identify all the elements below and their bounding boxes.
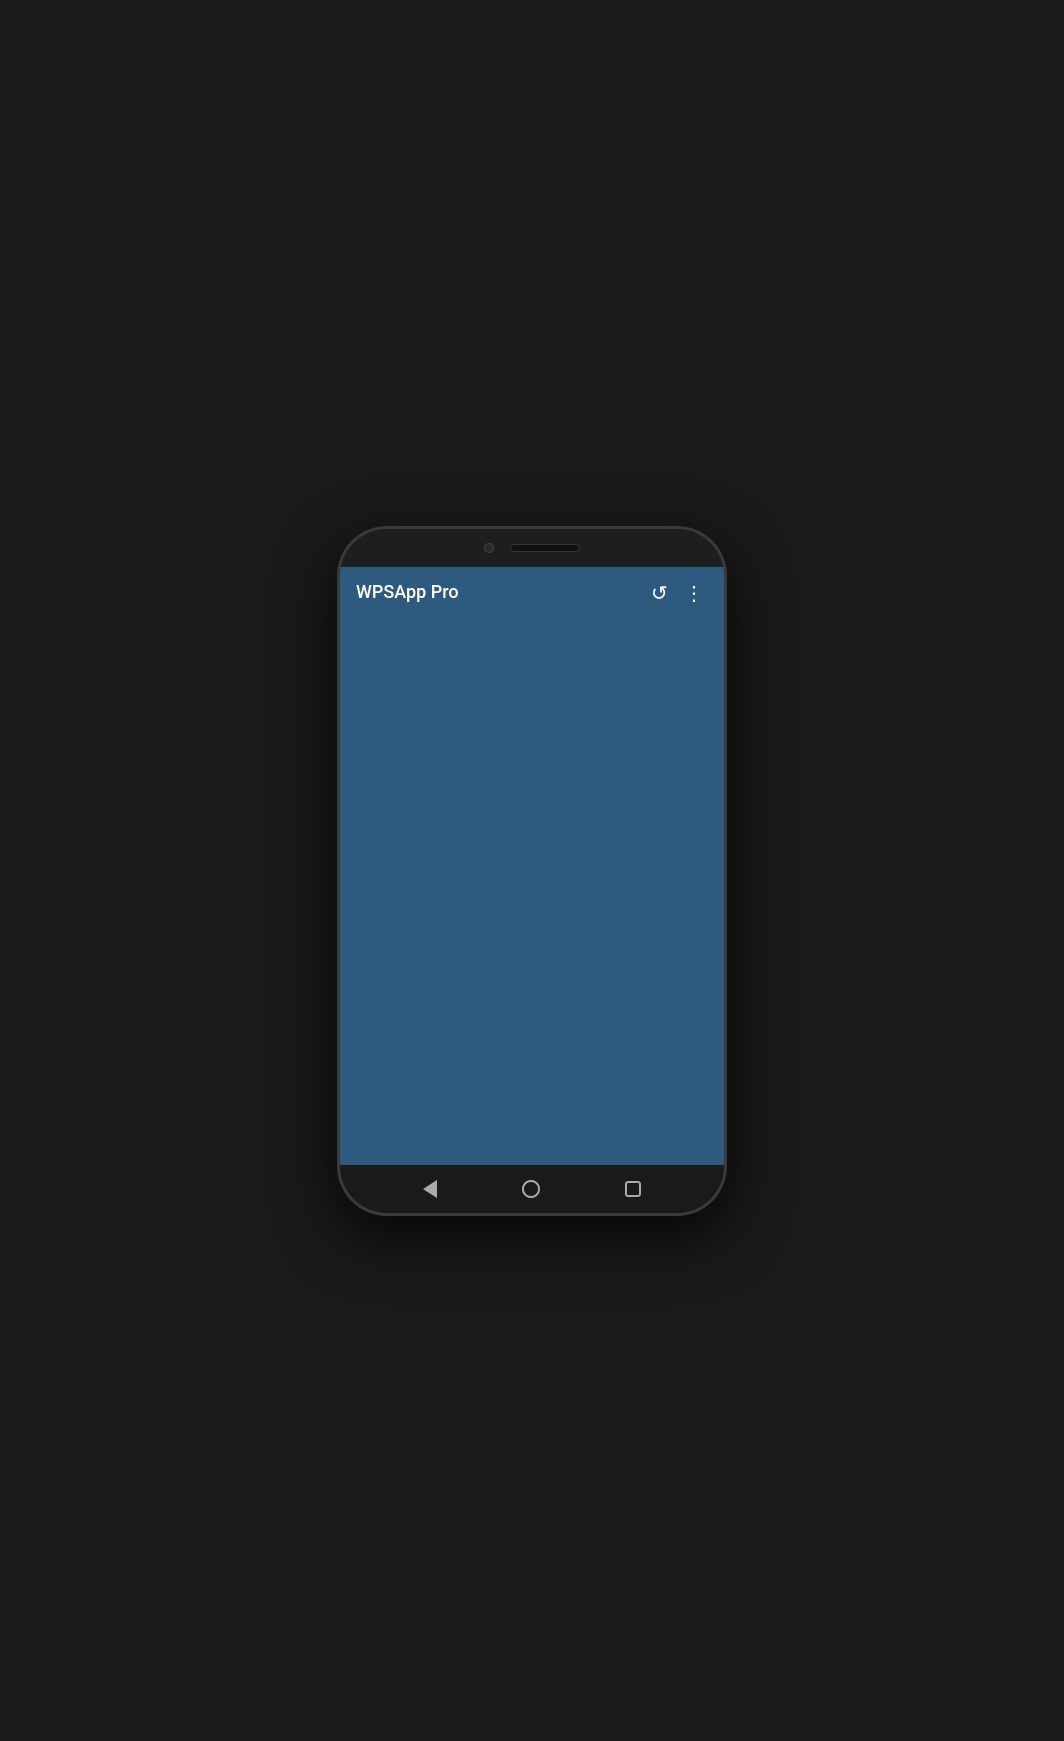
phone-device: WPSApp Pro ↻ ⋮ 📶 Network_1 -45 dBm <box>317 521 747 1221</box>
volume-down-button[interactable] <box>337 704 339 744</box>
more-options-icon[interactable]: ⋮ <box>680 577 708 609</box>
phone-body: WPSApp Pro ↻ ⋮ 📶 Network_1 -45 dBm <box>337 526 727 1216</box>
app-title: WPSApp Pro <box>356 582 639 603</box>
home-nav-icon[interactable] <box>522 1180 540 1198</box>
back-nav-icon[interactable] <box>423 1180 437 1198</box>
app-bar: WPSApp Pro ↻ ⋮ <box>340 567 724 619</box>
phone-top-bar <box>340 529 724 567</box>
volume-up-button[interactable] <box>337 649 339 689</box>
navigation-bar <box>340 1165 724 1213</box>
refresh-icon[interactable]: ↻ <box>647 577 672 609</box>
front-camera <box>484 543 494 553</box>
power-button[interactable] <box>725 669 727 729</box>
earpiece-speaker <box>510 544 580 552</box>
phone-screen: WPSApp Pro ↻ ⋮ 📶 Network_1 -45 dBm <box>340 567 724 1165</box>
recents-nav-icon[interactable] <box>625 1181 641 1197</box>
